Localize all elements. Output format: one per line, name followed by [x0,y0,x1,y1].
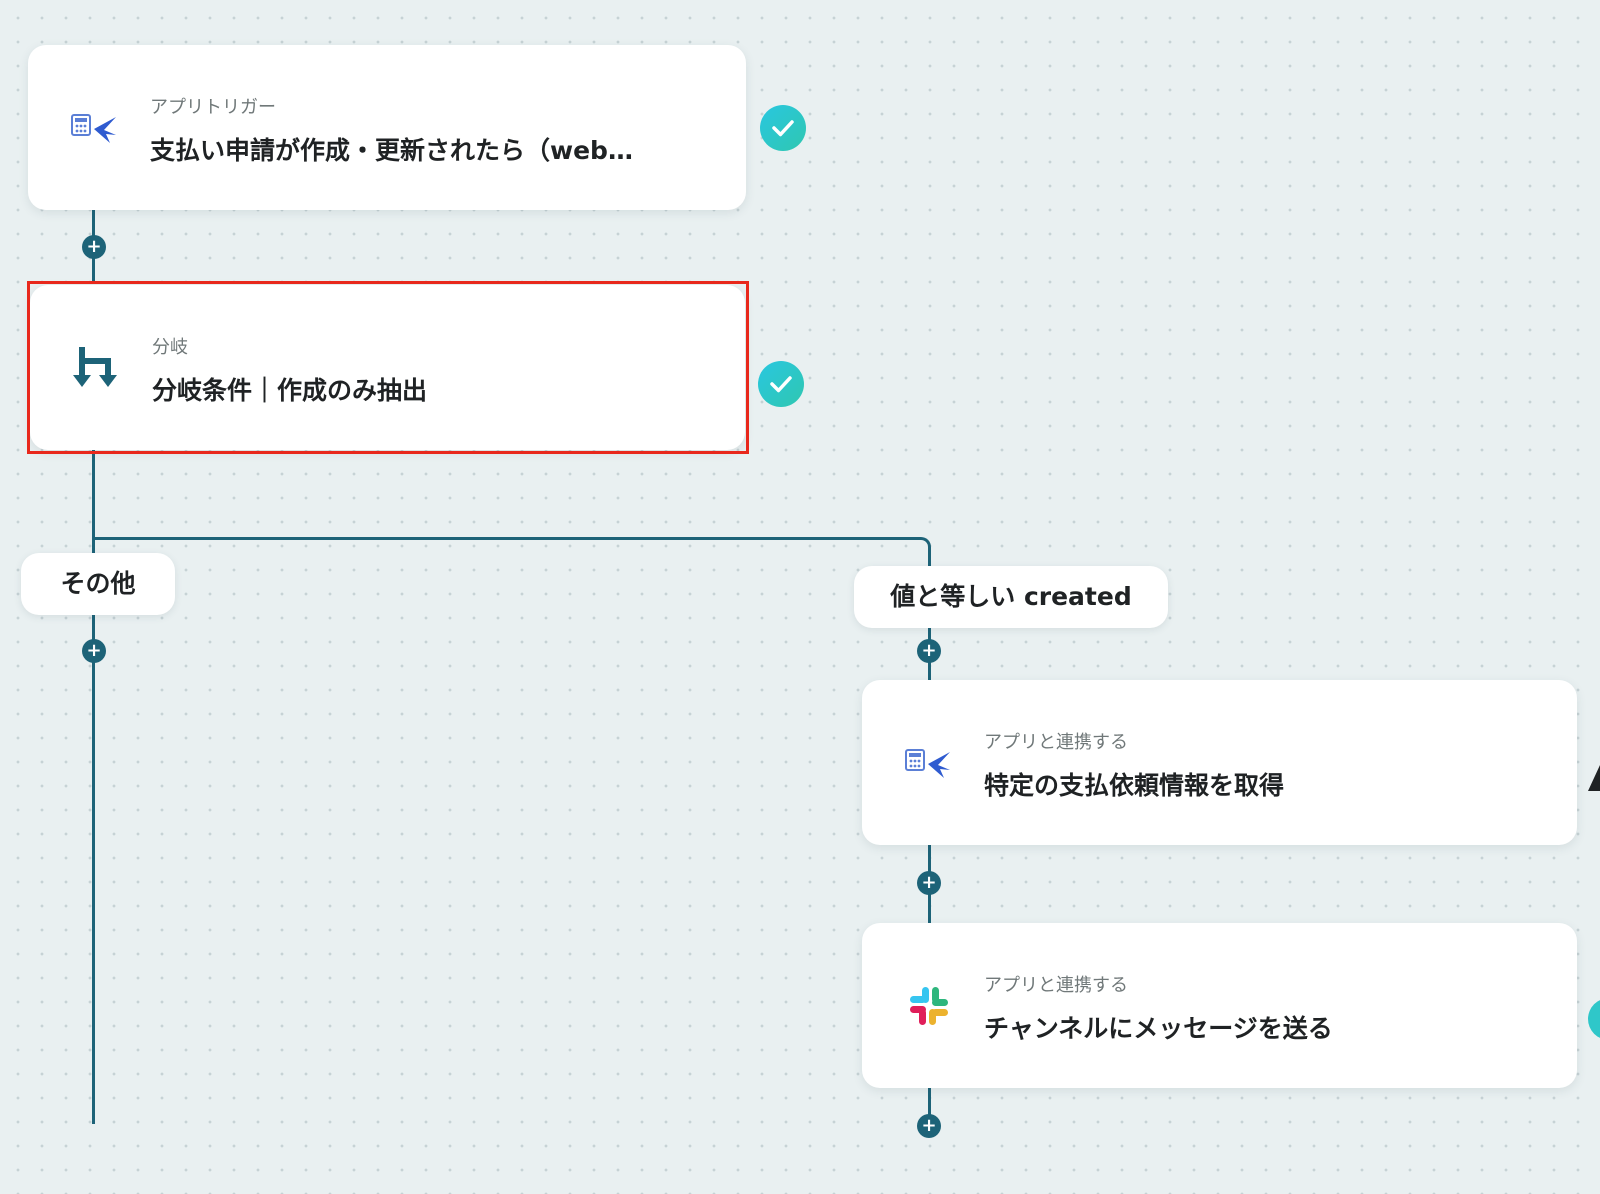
branch-label-other[interactable]: その他 [21,553,175,615]
add-step-button[interactable]: + [82,235,106,259]
slack-icon [904,981,954,1031]
branch-label-equals[interactable]: 値と等しい created [854,566,1168,628]
warning-icon [1588,765,1600,791]
add-step-button[interactable]: + [917,871,941,895]
send-message-card[interactable]: アプリと連携する チャンネルにメッセージを送る [862,923,1577,1088]
node-type-label: アプリトリガー [150,97,276,118]
node-title: 特定の支払依頼情報を取得 [984,771,1285,800]
node-type-label: 分岐 [152,337,188,358]
add-step-button[interactable]: + [917,1114,941,1138]
status-indicator [1588,998,1600,1040]
node-title: チャンネルにメッセージを送る [984,1014,1333,1043]
branch-connector [93,537,931,567]
node-type-label: アプリと連携する [984,975,1128,996]
payment-app-icon [70,103,120,153]
node-type-label: アプリと連携する [984,732,1128,753]
add-step-button[interactable]: + [917,639,941,663]
branch-card[interactable]: 分岐 分岐条件｜作成のみ抽出 [30,285,745,450]
get-payment-info-card[interactable]: アプリと連携する 特定の支払依頼情報を取得 [862,680,1577,845]
branch-icon [72,343,122,393]
check-icon [760,105,806,151]
check-icon [758,361,804,407]
branch-label-text: 値と等しい created [890,582,1132,611]
node-title: 支払い申請が作成・更新されたら（web… [150,136,633,165]
node-title: 分岐条件｜作成のみ抽出 [152,376,428,405]
branch-label-text: その他 [60,569,136,598]
trigger-card[interactable]: アプリトリガー 支払い申請が作成・更新されたら（web… [28,45,746,210]
add-step-button[interactable]: + [82,639,106,663]
payment-app-icon [904,738,954,788]
